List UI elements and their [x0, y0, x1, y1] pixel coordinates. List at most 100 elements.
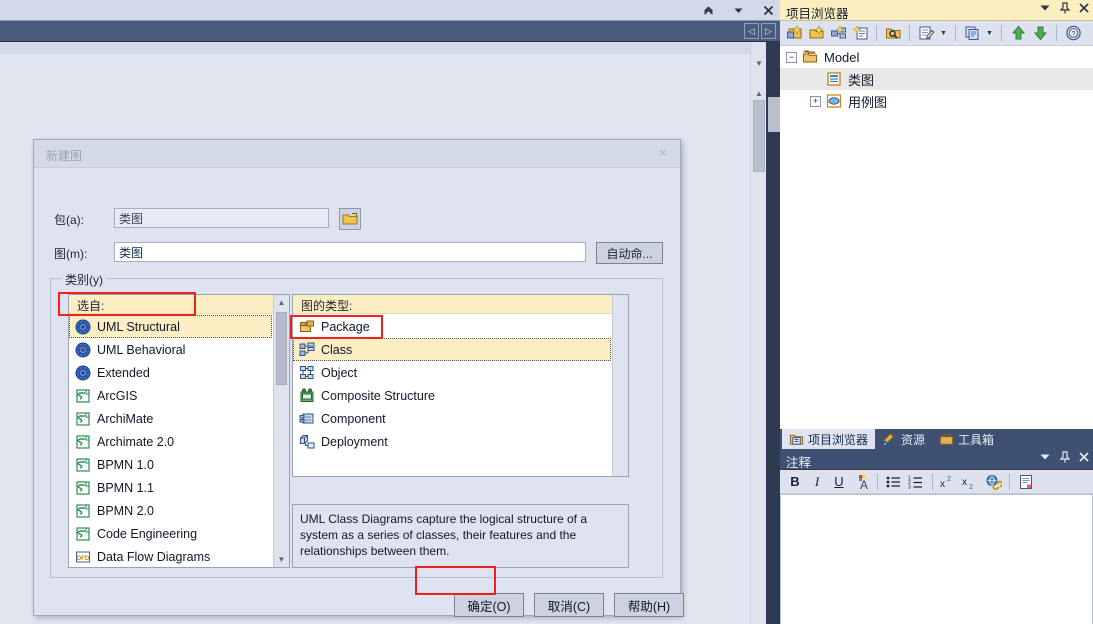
dialog-body: 包(a): 类图 图(m): 类图 自动命... 类别(y) 选自: UML S…: [34, 168, 684, 617]
dock-tab-label: 项目浏览器: [808, 432, 869, 447]
category-list-item[interactable]: BPMN 1.0: [69, 453, 272, 476]
dock-tab-2[interactable]: 资源: [875, 429, 932, 449]
diagram-type-list-item[interactable]: Component: [293, 407, 611, 430]
scrollbar-thumb[interactable]: [276, 312, 287, 385]
package-input[interactable]: 类图: [114, 208, 329, 228]
new-diagram-icon[interactable]: [851, 24, 869, 42]
italic-icon[interactable]: I: [808, 473, 826, 491]
help-icon[interactable]: ?: [1064, 24, 1082, 42]
edit-dropdown-icon[interactable]: ▼: [939, 30, 948, 37]
move-up-icon[interactable]: [1009, 24, 1027, 42]
ok-button[interactable]: 确定(O): [454, 593, 524, 617]
collapse-icon[interactable]: −: [786, 51, 797, 63]
scroll-up-icon[interactable]: ▲: [751, 86, 767, 100]
dialog-close-icon[interactable]: ✕: [656, 146, 670, 160]
canvas-vertical-scrollbar[interactable]: ▼ ▲: [750, 42, 766, 624]
profile-icon: [75, 503, 91, 519]
underline-icon[interactable]: U: [830, 473, 848, 491]
profile-icon: [75, 411, 91, 427]
dropdown-icon[interactable]: [1039, 452, 1051, 465]
diagram-type-list-item[interactable]: Class: [293, 338, 611, 361]
dropdown-icon[interactable]: [730, 2, 746, 18]
category-list-item[interactable]: UML Behavioral: [69, 338, 272, 361]
category-list-header: 选自:: [69, 295, 289, 314]
tab-next-icon[interactable]: ▷: [761, 23, 776, 39]
uml-icon: [75, 365, 91, 381]
category-list-item[interactable]: ArcGIS: [69, 384, 272, 407]
move-down-icon[interactable]: [1031, 24, 1049, 42]
close-icon[interactable]: [760, 2, 776, 18]
subscript-icon[interactable]: x2: [962, 473, 980, 491]
auto-name-button[interactable]: 自动命...: [596, 242, 663, 264]
dropdown-icon[interactable]: [1039, 3, 1051, 16]
category-list-item[interactable]: BPMN 1.1: [69, 476, 272, 499]
svg-text:2: 2: [969, 484, 973, 489]
category-list-item[interactable]: BPMN 2.0: [69, 499, 272, 522]
edit-icon[interactable]: [917, 24, 935, 42]
new-model-icon[interactable]: [785, 24, 803, 42]
tree-row[interactable]: 类图: [780, 68, 1093, 90]
toolbar-separator: [1056, 25, 1057, 41]
category-list-item[interactable]: Archimate 2.0: [69, 430, 272, 453]
project-tree[interactable]: − Model 类图 + 用例图: [780, 46, 1093, 429]
model-icon: [802, 49, 818, 65]
folder-open-icon[interactable]: [339, 208, 361, 230]
tree-row[interactable]: + 用例图: [780, 90, 1093, 112]
copy-icon[interactable]: [963, 24, 981, 42]
category-list-item[interactable]: ArchiMate: [69, 407, 272, 430]
scroll-up-icon[interactable]: ▲: [274, 295, 289, 310]
new-package-icon[interactable]: [807, 24, 825, 42]
category-list-item[interactable]: DFD Data Flow Diagrams: [69, 545, 272, 567]
numbered-list-icon[interactable]: 123: [907, 473, 925, 491]
diagram-type-list-item[interactable]: Package: [293, 315, 611, 338]
description-box: UML Class Diagrams capture the logical s…: [292, 504, 629, 568]
tree-row[interactable]: − Model: [780, 46, 1093, 68]
dock-tab-3[interactable]: 工具箱: [932, 429, 1001, 449]
find-icon[interactable]: [884, 24, 902, 42]
new-diagram-dialog: 新建图 ✕ 包(a): 类图 图(m): 类图 自动命... 类别(y) 选自:…: [33, 139, 684, 617]
diagram-type-list-item-label: Composite Structure: [321, 388, 435, 403]
font-color-icon[interactable]: A: [852, 473, 870, 491]
help-button[interactable]: 帮助(H): [614, 593, 684, 617]
notes-editor[interactable]: CSDN @谷哥的小弟: [780, 494, 1093, 624]
scroll-down-icon[interactable]: ▼: [274, 552, 289, 567]
toolbar-separator: [1009, 473, 1010, 490]
scroll-down-icon[interactable]: ▼: [751, 56, 767, 70]
diagram-name-input[interactable]: 类图: [114, 242, 586, 262]
collapse-up-icon[interactable]: [700, 2, 716, 18]
dock-tab-1[interactable]: 项目浏览器: [782, 429, 876, 449]
category-list[interactable]: 选自: UML Structural UML Behavioral Extended…: [68, 294, 290, 568]
diagram-type-list-item[interactable]: Object: [293, 361, 611, 384]
pin-icon[interactable]: [1059, 451, 1071, 466]
diagram-type-list-item-label: Class: [321, 342, 353, 357]
hyperlink-icon[interactable]: [984, 473, 1002, 491]
pin-icon[interactable]: [1059, 2, 1071, 17]
expand-icon[interactable]: +: [810, 95, 821, 107]
bullet-list-icon[interactable]: [885, 473, 903, 491]
diagram-type-list-item[interactable]: Deployment: [293, 430, 611, 453]
diagram-type-list[interactable]: 图的类型: Package Class Object Composite Struct…: [292, 294, 629, 477]
cancel-button[interactable]: 取消(C): [534, 593, 604, 617]
tab-prev-icon[interactable]: ◁: [744, 23, 759, 39]
category-list-item-label: Code Engineering: [97, 526, 198, 541]
dialog-title-bar: 新建图 ✕: [34, 140, 680, 168]
diagram-type-list-item-label: Package: [321, 319, 370, 334]
category-list-item[interactable]: Code Engineering: [69, 522, 272, 545]
category-list-scrollbar[interactable]: ▲ ▼: [273, 295, 289, 567]
bold-icon[interactable]: B: [786, 473, 804, 491]
composite-structure-icon: [299, 387, 315, 404]
close-icon[interactable]: [1079, 452, 1089, 465]
superscript-icon[interactable]: x2: [940, 473, 958, 491]
new-element-icon[interactable]: [829, 24, 847, 42]
category-list-item[interactable]: UML Structural: [69, 315, 272, 338]
close-icon[interactable]: [1079, 3, 1089, 16]
profile-icon: [75, 434, 91, 450]
scrollbar-thumb[interactable]: [753, 100, 765, 172]
insert-doc-icon[interactable]: [1017, 473, 1035, 491]
category-list-item[interactable]: Extended: [69, 361, 272, 384]
object-icon: [299, 365, 315, 381]
right-dock: 项目浏览器 ▼ ▼ ? − Model 类图 + 用例图 项目浏览器 资源 工具…: [780, 0, 1093, 624]
diagram-type-list-scrollbar[interactable]: [612, 295, 628, 476]
copy-dropdown-icon[interactable]: ▼: [985, 30, 994, 37]
diagram-type-list-item[interactable]: Composite Structure: [293, 384, 611, 407]
